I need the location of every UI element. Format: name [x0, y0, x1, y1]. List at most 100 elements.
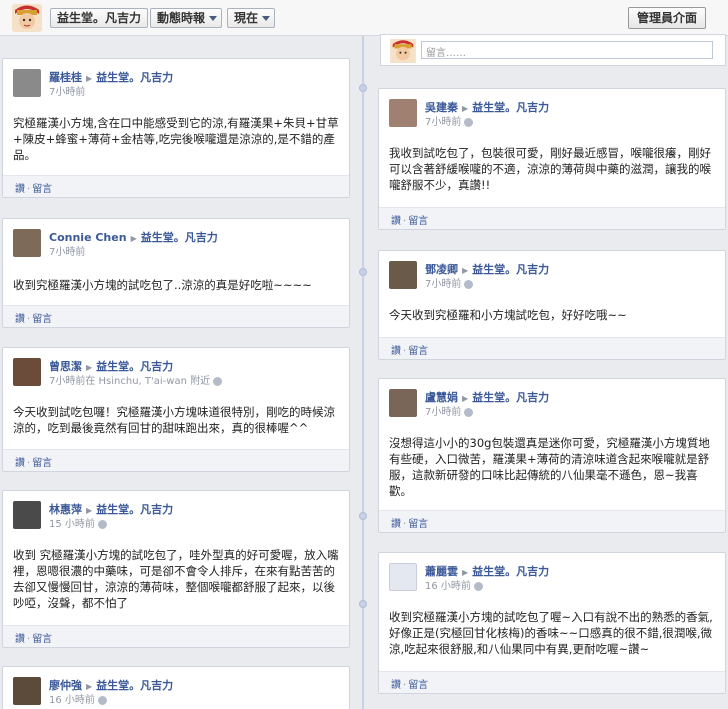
- timeline-dot: [359, 84, 367, 92]
- comment-link[interactable]: 留言: [32, 634, 52, 645]
- post-actions: 讚 · 留言: [3, 449, 349, 471]
- globe-icon: [464, 407, 474, 417]
- post-card: Connie Chen ▶ 益生堂。凡吉力 7小時前 收到究極羅漢小方塊的試吃包了.…: [2, 218, 350, 328]
- author-avatar[interactable]: [13, 69, 41, 97]
- arrow-right-icon: ▶: [462, 104, 469, 113]
- post-actions: 讚 · 留言: [3, 175, 349, 197]
- page-link[interactable]: 益生堂。凡吉力: [472, 101, 549, 114]
- post-time[interactable]: 7小時前: [425, 403, 474, 418]
- post-time[interactable]: 7小時前: [425, 275, 474, 290]
- post-card: 鄧凌卿 ▶ 益生堂。凡吉力 7小時前 今天收到究極羅和小方塊試吃包，好好吃哦~~ 讚…: [378, 250, 726, 360]
- comment-link[interactable]: 留言: [408, 216, 428, 227]
- author-avatar[interactable]: [13, 501, 41, 529]
- post-card: 吳建秦 ▶ 益生堂。凡吉力 7小時前 我收到試吃包了，包裝很可愛，剛好最近感冒，喉嚨…: [378, 88, 726, 230]
- arrow-right-icon: ▶: [130, 234, 137, 243]
- globe-icon: [473, 581, 483, 591]
- like-link[interactable]: 讚: [15, 314, 25, 325]
- like-link[interactable]: 讚: [391, 216, 401, 227]
- timeline-dot: [359, 512, 367, 520]
- post-time[interactable]: 7小時前: [49, 243, 85, 258]
- page-link[interactable]: 益生堂。凡吉力: [141, 231, 218, 244]
- globe-icon: [464, 279, 474, 289]
- post-body: 今天收到試吃包囉！究極羅漢小方塊味道很特別，剛吃的時候涼涼的，吃到最後竟然有回甘…: [13, 405, 335, 435]
- post-card: 盧慧娟 ▶ 益生堂。凡吉力 7小時前 沒想得這小小的30g包裝還真是迷你可愛，究極羅…: [378, 378, 726, 533]
- post-actions: 讚 · 留言: [379, 510, 725, 532]
- post-time[interactable]: 7小時前在 Hsinchu, T'ai-wan 附近: [49, 372, 223, 387]
- default-avatar[interactable]: [389, 563, 417, 591]
- post-actions: 讚 · 留言: [379, 671, 725, 693]
- page-link[interactable]: 益生堂。凡吉力: [96, 71, 173, 84]
- globe-icon: [213, 376, 223, 386]
- post-body: 究極羅漢小方塊,含在口中能感受到它的涼,有羅漢果+朱貝+甘草+陳皮+蜂蜜+薄荷+…: [13, 116, 339, 162]
- globe-icon: [97, 519, 107, 529]
- like-link[interactable]: 讚: [15, 634, 25, 645]
- like-link[interactable]: 讚: [391, 519, 401, 530]
- post-actions: 讚 · 留言: [379, 207, 725, 229]
- post-card: 羅桂桂 ▶ 益生堂。凡吉力 7小時前 究極羅漢小方塊,含在口中能感受到它的涼,有羅漢…: [2, 58, 350, 198]
- comment-link[interactable]: 留言: [408, 346, 428, 357]
- post-time[interactable]: 16 小時前: [49, 691, 107, 706]
- comment-link[interactable]: 留言: [32, 314, 52, 325]
- like-link[interactable]: 讚: [391, 346, 401, 357]
- comment-composer: 留言……: [380, 34, 726, 66]
- post-time[interactable]: 16 小時前: [425, 577, 483, 592]
- post-body: 今天收到究極羅和小方塊試吃包，好好吃哦~~: [389, 308, 627, 322]
- page-link[interactable]: 益生堂。凡吉力: [472, 263, 549, 276]
- arrow-right-icon: ▶: [86, 74, 93, 83]
- top-bar: 益生堂。凡吉力 動態時報 現在 管理員介面: [0, 0, 728, 36]
- post-body: 收到 究極羅漢小方塊的試吃包了，哇外型真的好可愛喔，放入嘴裡，恩嗯很濃的中藥味，…: [13, 548, 339, 610]
- admin-panel-button[interactable]: 管理員介面: [627, 7, 706, 29]
- post-body: 收到究極羅漢小方塊的試吃包了喔~入口有說不出的熟悉的香氣,好像正是(究極回甘化核…: [389, 610, 713, 656]
- post-actions: 讚 · 留言: [3, 305, 349, 327]
- author-avatar[interactable]: [13, 358, 41, 386]
- arrow-right-icon: ▶: [86, 506, 93, 515]
- comment-link[interactable]: 留言: [32, 458, 52, 469]
- now-dropdown-label: 現在: [234, 11, 259, 25]
- page-link[interactable]: 益生堂。凡吉力: [96, 679, 173, 692]
- page-avatar[interactable]: [12, 4, 42, 32]
- arrow-right-icon: ▶: [462, 394, 469, 403]
- globe-icon: [464, 117, 474, 127]
- page-link[interactable]: 益生堂。凡吉力: [472, 391, 549, 404]
- post-card: 曾思潔 ▶ 益生堂。凡吉力 7小時前在 Hsinchu, T'ai-wan 附近 今…: [2, 347, 350, 472]
- post-time[interactable]: 7小時前: [49, 83, 85, 98]
- chevron-down-icon: [262, 16, 271, 21]
- page-name-button[interactable]: 益生堂。凡吉力: [50, 8, 149, 28]
- post-card: 廖仲強 ▶ 益生堂。凡吉力 16 小時前: [2, 666, 350, 709]
- author-avatar[interactable]: [389, 389, 417, 417]
- timeline-dot: [359, 268, 367, 276]
- comment-link[interactable]: 留言: [408, 519, 428, 530]
- activity-dropdown-label: 動態時報: [157, 11, 206, 25]
- comment-link[interactable]: 留言: [408, 680, 428, 691]
- author-avatar[interactable]: [13, 229, 41, 257]
- post-time[interactable]: 15 小時前: [49, 515, 107, 530]
- post-body: 我收到試吃包了，包裝很可愛，剛好最近感冒，喉嚨很癢，剛好可以含著舒緩喉嚨的不適，…: [389, 146, 711, 192]
- timeline-spine: [362, 36, 364, 709]
- composer-avatar: [389, 39, 417, 63]
- comment-input[interactable]: 留言……: [421, 41, 713, 59]
- chevron-down-icon: [209, 16, 218, 21]
- like-link[interactable]: 讚: [15, 458, 25, 469]
- arrow-right-icon: ▶: [462, 266, 469, 275]
- activity-dropdown[interactable]: 動態時報: [150, 8, 223, 28]
- author-avatar[interactable]: [13, 677, 41, 705]
- arrow-right-icon: ▶: [86, 363, 93, 372]
- post-body: 沒想得這小小的30g包裝還真是迷你可愛，究極羅漢小方塊質地有些硬，入口微苦，羅漢…: [389, 436, 710, 498]
- comment-link[interactable]: 留言: [32, 184, 52, 195]
- post-body: 收到究極羅漢小方塊的試吃包了..涼涼的真是好吃啦~~~~: [13, 278, 312, 292]
- author-avatar[interactable]: [389, 261, 417, 289]
- timeline-dot: [359, 600, 367, 608]
- page-link[interactable]: 益生堂。凡吉力: [96, 503, 173, 516]
- page-link[interactable]: 益生堂。凡吉力: [472, 565, 549, 578]
- post-actions: 讚 · 留言: [379, 337, 725, 359]
- arrow-right-icon: ▶: [86, 682, 93, 691]
- now-dropdown[interactable]: 現在: [227, 8, 276, 28]
- post-card: 林惠萍 ▶ 益生堂。凡吉力 15 小時前 收到 究極羅漢小方塊的試吃包了，哇外型真的…: [2, 490, 350, 648]
- arrow-right-icon: ▶: [462, 568, 469, 577]
- post-card: 蕭麗雲 ▶ 益生堂。凡吉力 16 小時前 收到究極羅漢小方塊的試吃包了喔~入口有說不…: [378, 552, 726, 694]
- post-actions: 讚 · 留言: [3, 625, 349, 647]
- like-link[interactable]: 讚: [15, 184, 25, 195]
- like-link[interactable]: 讚: [391, 680, 401, 691]
- author-avatar[interactable]: [389, 99, 417, 127]
- post-time[interactable]: 7小時前: [425, 113, 474, 128]
